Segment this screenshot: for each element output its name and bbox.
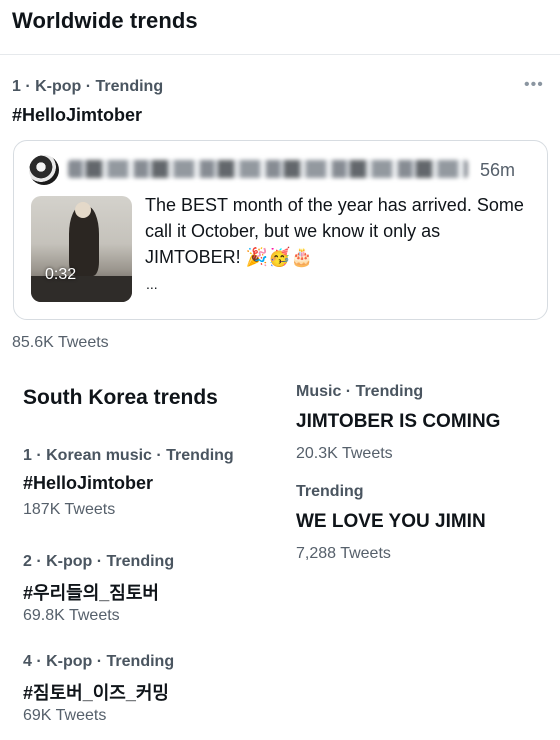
trend-meta: Music · Trending (296, 383, 424, 400)
tweet-ellipsis: ... (146, 276, 158, 292)
video-thumbnail[interactable]: 0:32 (31, 196, 132, 302)
trend-title[interactable]: WE LOVE YOU JIMIN (296, 511, 486, 533)
tweet-timestamp: 56m (480, 160, 516, 180)
trend-tweet-count: 187K Tweets (23, 501, 116, 518)
trend-tweet-count: 69.8K Tweets (23, 607, 120, 624)
header-divider (0, 54, 560, 55)
worldwide-trends-title: Worldwide trends (12, 8, 198, 33)
more-dots-icon[interactable]: ••• (524, 76, 544, 94)
trend-hashtag[interactable]: #HelloJimtober (23, 473, 153, 494)
trend-meta: Trending (296, 483, 364, 500)
thumbnail-head (75, 202, 91, 218)
trend-tweet-count: 7,288 Tweets (296, 545, 391, 562)
trend-tweet-count: 85.6K Tweets (12, 334, 109, 351)
tweet-text: The BEST month of the year has arrived. … (145, 195, 524, 267)
trend-meta: 2 · K-pop · Trending (23, 553, 175, 570)
avatar[interactable] (29, 155, 59, 185)
trend-tweet-count: 69K Tweets (23, 707, 107, 724)
south-korea-trends-title: South Korea trends (23, 386, 218, 409)
trend-hashtag[interactable]: #우리들의_짐토버 (23, 579, 159, 605)
blurred-author-name (68, 160, 468, 178)
trend-title[interactable]: JIMTOBER IS COMING (296, 411, 500, 433)
trend-meta: 4 · K-pop · Trending (23, 653, 175, 670)
trend-tweet-count: 20.3K Tweets (296, 445, 393, 462)
trend-hashtag[interactable]: #짐토버_이즈_커밍 (23, 679, 169, 705)
trend-meta: 1 · K-pop · Trending (12, 78, 164, 95)
trend-meta: 1 · Korean music · Trending (23, 447, 234, 464)
video-duration: 0:32 (45, 266, 77, 283)
trend-hashtag[interactable]: #HelloJimtober (12, 105, 142, 126)
